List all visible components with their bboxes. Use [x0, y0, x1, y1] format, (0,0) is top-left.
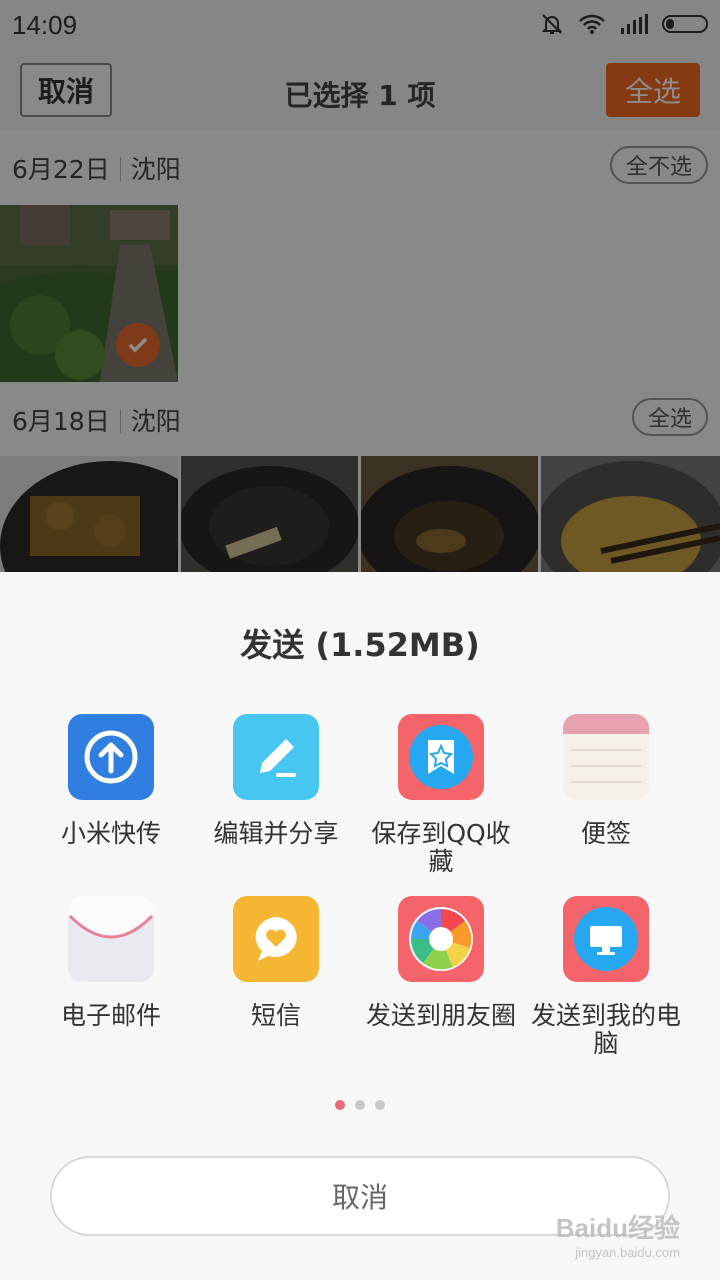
background-dim-overlay[interactable]	[0, 0, 720, 572]
page-dot	[335, 1100, 345, 1110]
share-app-notes[interactable]: 便签	[521, 714, 691, 848]
share-app-label: 发送到我的电脑	[530, 1001, 681, 1058]
page-dot	[375, 1100, 385, 1110]
watermark-url: jingyan.baidu.com	[575, 1245, 680, 1260]
share-app-send-to-pc[interactable]: 发送到我的电脑	[521, 896, 691, 1058]
share-app-qq-favorites[interactable]: 保存到QQ收藏	[356, 714, 526, 876]
share-app-email[interactable]: 电子邮件	[26, 896, 196, 1030]
moments-icon	[398, 896, 484, 982]
edit-share-icon	[233, 714, 319, 800]
share-app-label: 编辑并分享	[213, 819, 339, 848]
share-app-moments[interactable]: 发送到朋友圈	[356, 896, 526, 1030]
page-dot	[355, 1100, 365, 1110]
watermark: Baidu经验 jingyan.baidu.com	[556, 1208, 680, 1260]
share-app-label: 电子邮件	[60, 1001, 161, 1030]
share-sheet-title: 发送 (1.52MB)	[240, 626, 480, 664]
sms-icon	[233, 896, 319, 982]
qq-favorites-icon	[398, 714, 484, 800]
email-icon	[68, 896, 154, 982]
page-indicator	[0, 1100, 720, 1110]
share-app-edit-share[interactable]: 编辑并分享	[191, 714, 361, 848]
share-app-label: 短信	[250, 1001, 301, 1030]
share-app-sms[interactable]: 短信	[191, 896, 361, 1030]
share-app-label: 保存到QQ收藏	[371, 819, 511, 876]
share-app-label: 小米快传	[60, 819, 161, 848]
mi-drop-icon	[68, 714, 154, 800]
watermark-logo-text: Baidu经验	[555, 1213, 680, 1243]
share-sheet: 发送 (1.52MB) 小米快传 编辑并分享 保存到QQ收藏 便签 电子邮件 短…	[0, 572, 720, 1280]
send-to-pc-icon	[563, 896, 649, 982]
notes-icon	[563, 714, 649, 800]
share-app-label: 发送到朋友圈	[365, 1001, 516, 1030]
share-app-label: 便签	[580, 819, 631, 848]
share-app-mi-drop[interactable]: 小米快传	[26, 714, 196, 848]
